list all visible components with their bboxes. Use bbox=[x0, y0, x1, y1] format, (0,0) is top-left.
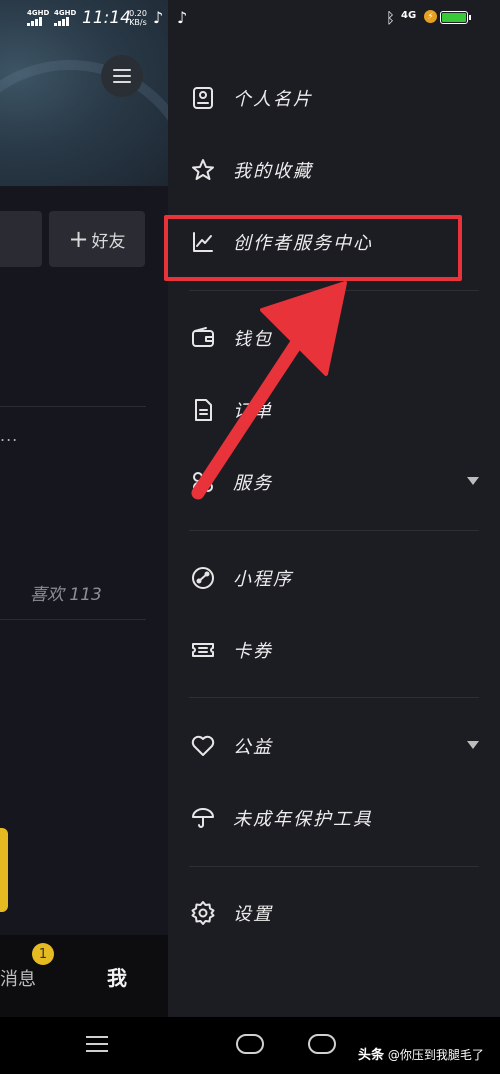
tab-messages[interactable]: 消息 bbox=[0, 965, 36, 991]
likes-count[interactable]: 喜欢 113 bbox=[30, 580, 102, 605]
divider bbox=[0, 619, 146, 620]
floating-tab[interactable] bbox=[0, 828, 8, 912]
drawer-item-wallet[interactable]: 钱包 bbox=[189, 318, 489, 358]
drawer-item-label: 卡券 bbox=[233, 641, 273, 662]
recent-apps-button[interactable] bbox=[86, 1036, 108, 1052]
back-button[interactable] bbox=[308, 1034, 336, 1054]
network-type: 4G bbox=[401, 10, 417, 21]
network-speed: 0.20 KB/s bbox=[129, 9, 147, 27]
drawer-item-label: 钱包 bbox=[233, 329, 273, 350]
menu-line-icon bbox=[113, 81, 131, 83]
drawer-item-charity[interactable]: 公益 bbox=[189, 726, 489, 766]
divider bbox=[189, 290, 479, 291]
gear-icon bbox=[189, 899, 217, 927]
drawer-item-mini-programs[interactable]: 小程序 bbox=[189, 558, 489, 598]
heart-icon bbox=[189, 732, 217, 760]
drawer-item-label: 订单 bbox=[233, 401, 273, 422]
mini-program-icon bbox=[189, 564, 217, 592]
tab-me[interactable]: 我 bbox=[107, 962, 127, 991]
drawer-item-business-card[interactable]: 个人名片 bbox=[189, 78, 489, 118]
drawer-item-services[interactable]: 服务 bbox=[189, 462, 489, 502]
add-friend-button[interactable]: + 好友 bbox=[49, 211, 145, 267]
tiktok-notification-icon: ♪ bbox=[177, 8, 188, 27]
bluetooth-icon: ᛒ bbox=[386, 9, 396, 27]
watermark: 头条 @你压到我腿毛了 bbox=[358, 1048, 484, 1063]
side-drawer: 个人名片 我的收藏 创作者服务中心 钱包 订单 服务 小程序 卡券 公益 未成年… bbox=[168, 0, 500, 1017]
drawer-item-favorites[interactable]: 我的收藏 bbox=[189, 150, 489, 190]
chevron-down-icon[interactable] bbox=[467, 741, 479, 749]
hamburger-menu-button[interactable] bbox=[101, 55, 143, 97]
divider bbox=[189, 697, 479, 698]
drawer-item-label: 我的收藏 bbox=[233, 161, 313, 182]
signal-sim2-icon: 4GHD bbox=[54, 10, 76, 26]
star-icon bbox=[189, 156, 217, 184]
drawer-item-minor-protection[interactable]: 未成年保护工具 bbox=[189, 798, 489, 838]
tiktok-notification-icon: ♪ bbox=[153, 8, 164, 27]
services-icon bbox=[189, 468, 217, 496]
status-bar: 4GHD 4GHD 11:14 0.20 KB/s ♪ ♪ ᛒ 4G ⚡ bbox=[0, 0, 500, 38]
umbrella-icon bbox=[189, 804, 217, 832]
divider bbox=[189, 866, 479, 867]
highlight-box bbox=[164, 215, 462, 281]
divider bbox=[189, 530, 479, 531]
plus-icon: + bbox=[68, 225, 89, 253]
more-dots: ... bbox=[0, 426, 19, 445]
ticket-icon bbox=[189, 636, 217, 664]
drawer-item-label: 服务 bbox=[233, 473, 273, 494]
edit-profile-button[interactable] bbox=[0, 211, 42, 267]
drawer-item-label: 公益 bbox=[233, 737, 273, 758]
menu-line-icon bbox=[113, 69, 131, 71]
drawer-item-coupons[interactable]: 卡券 bbox=[189, 630, 489, 670]
home-button[interactable] bbox=[236, 1034, 264, 1054]
document-icon bbox=[189, 396, 217, 424]
clock: 11:14 bbox=[82, 8, 131, 28]
charging-icon: ⚡ bbox=[424, 10, 437, 23]
profile-card-icon bbox=[189, 84, 217, 112]
drawer-item-label: 未成年保护工具 bbox=[233, 809, 373, 830]
messages-badge: 1 bbox=[32, 943, 54, 965]
drawer-item-label: 个人名片 bbox=[233, 89, 313, 110]
drawer-item-orders[interactable]: 订单 bbox=[189, 390, 489, 430]
add-friend-label: 好友 bbox=[91, 231, 126, 252]
wallet-icon bbox=[189, 324, 217, 352]
chevron-down-icon[interactable] bbox=[467, 477, 479, 485]
drawer-item-label: 设置 bbox=[233, 904, 273, 925]
drawer-item-label: 小程序 bbox=[233, 569, 293, 590]
divider bbox=[0, 406, 146, 407]
battery-icon bbox=[440, 11, 471, 24]
signal-sim1-icon: 4GHD bbox=[27, 10, 49, 26]
drawer-item-settings[interactable]: 设置 bbox=[189, 893, 489, 933]
menu-line-icon bbox=[113, 75, 131, 77]
